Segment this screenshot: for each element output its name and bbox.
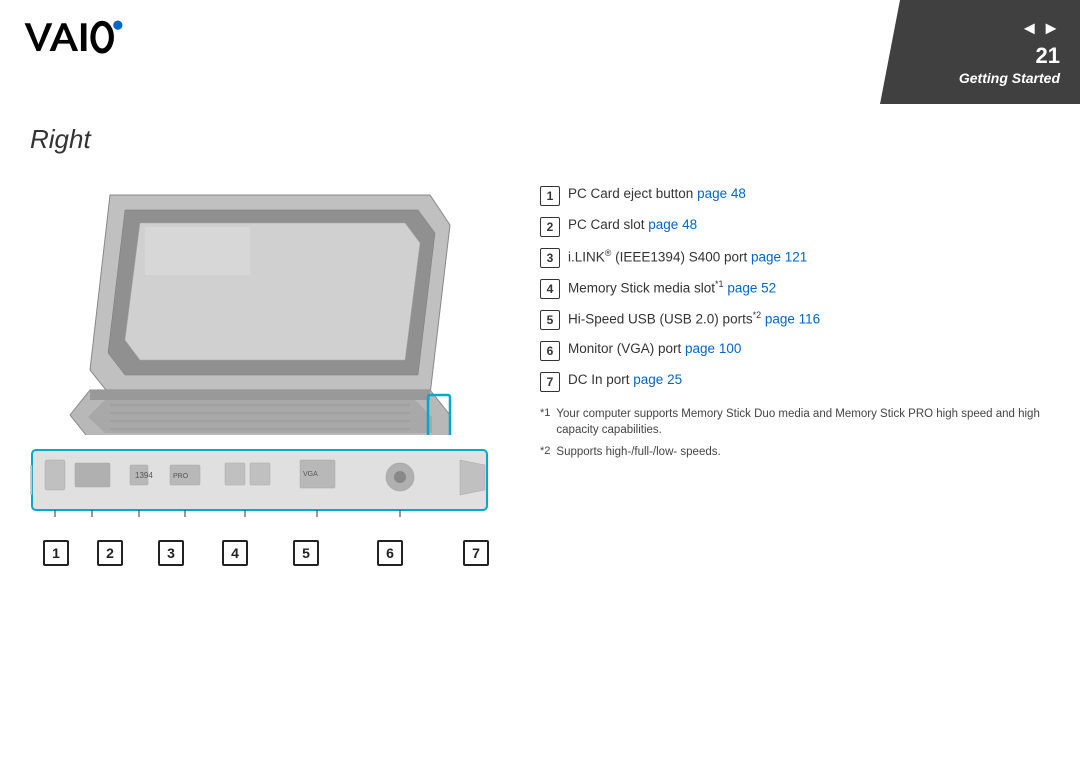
item-link-6[interactable]: page 100 <box>685 341 741 356</box>
item-link-5[interactable]: page 116 <box>765 312 820 327</box>
svg-text:1394: 1394 <box>135 471 153 480</box>
footnote-2: *2 Supports high-/full-/low- speeds. <box>540 444 1050 460</box>
item-text-5: Hi-Speed USB (USB 2.0) ports*2 page 116 <box>568 309 820 329</box>
logo-area <box>0 0 160 83</box>
page-number: 21 <box>1036 43 1060 69</box>
footnote-mark-2: *2 <box>540 444 550 459</box>
svg-text:VGA: VGA <box>303 471 318 478</box>
num-label-5: 5 <box>293 540 319 566</box>
item-text-2: PC Card slot page 48 <box>568 216 697 235</box>
desc-item-1: 1 PC Card eject button page 48 <box>540 185 1050 206</box>
item-text-6: Monitor (VGA) port page 100 <box>568 340 741 359</box>
item-num-2: 2 <box>540 217 560 237</box>
footnote-mark-1: *1 <box>540 406 550 421</box>
laptop-section: 1394 PRO VGA <box>30 175 510 566</box>
desc-item-2: 2 PC Card slot page 48 <box>540 216 1050 237</box>
item-text-7: DC In port page 25 <box>568 371 682 390</box>
item-num-5: 5 <box>540 310 560 330</box>
page-title: Right <box>30 124 1050 155</box>
header-right: ◄ ► 21 Getting Started <box>880 0 1080 104</box>
footnote-text-2: Supports high-/full-/low- speeds. <box>556 444 720 460</box>
item-num-3: 3 <box>540 248 560 268</box>
item-link-1[interactable]: page 48 <box>697 186 746 201</box>
svg-text:PRO: PRO <box>173 473 189 480</box>
laptop-illustration <box>30 175 470 435</box>
num-label-4: 4 <box>222 540 248 566</box>
prev-arrow[interactable]: ◄ <box>1020 18 1038 39</box>
num-label-7: 7 <box>463 540 489 566</box>
item-text-3: i.LINK® (IEEE1394) S400 port page 121 <box>568 247 807 267</box>
page-nav[interactable]: ◄ ► <box>1020 18 1060 39</box>
content-area: 1394 PRO VGA <box>30 175 1050 566</box>
item-num-6: 6 <box>540 341 560 361</box>
numbers-row: 1 2 3 4 5 6 7 <box>30 540 510 566</box>
next-arrow[interactable]: ► <box>1042 18 1060 39</box>
item-text-1: PC Card eject button page 48 <box>568 185 746 204</box>
footnotes: *1 Your computer supports Memory Stick D… <box>540 406 1050 460</box>
main-content: Right <box>0 104 1080 762</box>
num-label-2: 2 <box>97 540 123 566</box>
item-text-4: Memory Stick media slot*1 page 52 <box>568 278 776 298</box>
page-header: ◄ ► 21 Getting Started <box>0 0 1080 104</box>
desc-item-3: 3 i.LINK® (IEEE1394) S400 port page 121 <box>540 247 1050 268</box>
item-num-4: 4 <box>540 279 560 299</box>
num-label-6: 6 <box>377 540 403 566</box>
item-num-1: 1 <box>540 186 560 206</box>
section-label: Getting Started <box>959 70 1060 86</box>
item-link-2[interactable]: page 48 <box>648 217 697 232</box>
desc-item-7: 7 DC In port page 25 <box>540 371 1050 392</box>
item-link-3[interactable]: page 121 <box>751 250 807 265</box>
item-link-4[interactable]: page 52 <box>727 281 776 296</box>
item-num-7: 7 <box>540 372 560 392</box>
desc-item-6: 6 Monitor (VGA) port page 100 <box>540 340 1050 361</box>
desc-item-5: 5 Hi-Speed USB (USB 2.0) ports*2 page 11… <box>540 309 1050 330</box>
desc-item-4: 4 Memory Stick media slot*1 page 52 <box>540 278 1050 299</box>
item-link-7[interactable]: page 25 <box>633 372 682 387</box>
footnote-1: *1 Your computer supports Memory Stick D… <box>540 406 1050 438</box>
port-bar-illustration: 1394 PRO VGA <box>30 445 490 525</box>
num-label-1: 1 <box>43 540 69 566</box>
num-label-3: 3 <box>158 540 184 566</box>
port-panel: 1394 PRO VGA <box>30 445 510 566</box>
footnote-text-1: Your computer supports Memory Stick Duo … <box>556 406 1050 438</box>
descriptions-panel: 1 PC Card eject button page 48 2 PC Card… <box>540 175 1050 466</box>
vaio-logo <box>20 14 140 64</box>
